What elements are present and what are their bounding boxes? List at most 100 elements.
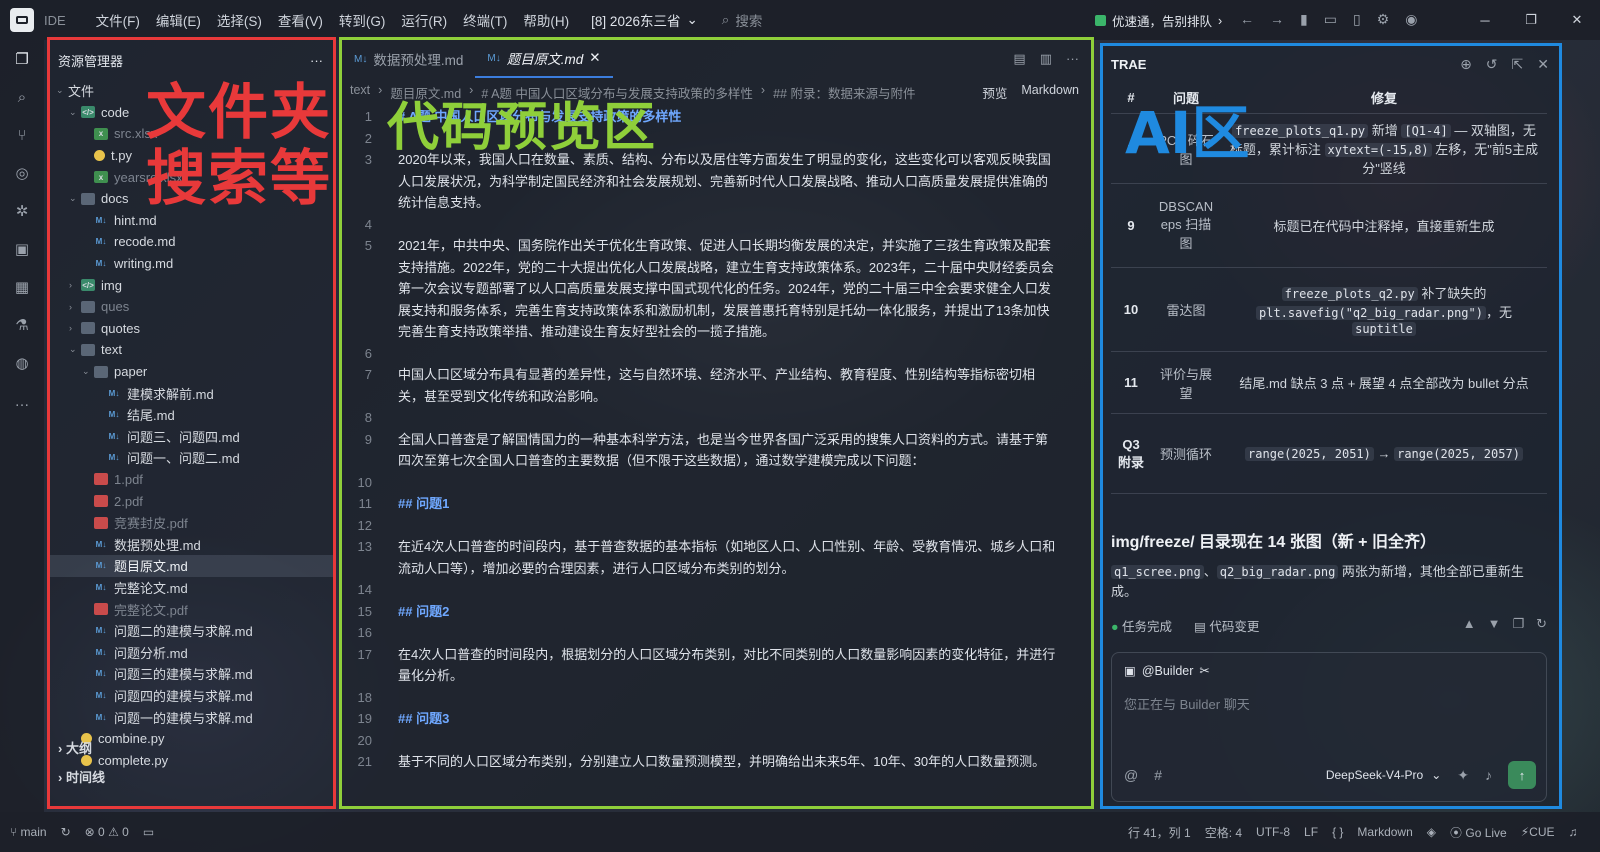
tree-item[interactable]: M↓ writing.md <box>50 253 333 275</box>
language-label[interactable]: Markdown <box>1021 83 1079 102</box>
sync-icon[interactable]: ↻ <box>61 825 71 839</box>
mention-icon[interactable]: @ <box>1124 767 1138 783</box>
code-changes-link[interactable]: ▤ 代码变更 <box>1194 616 1259 635</box>
tree-item[interactable]: 2.pdf <box>50 490 333 512</box>
tree-item[interactable]: M↓ 问题二的建模与求解.md <box>50 620 333 642</box>
chat-input[interactable] <box>1124 697 1524 712</box>
globe-icon[interactable]: ◍ <box>11 352 33 374</box>
more-actions-icon[interactable]: ··· <box>310 53 323 68</box>
notifications-bell-icon[interactable]: ♫ <box>1569 825 1578 839</box>
menu-item[interactable]: 编辑(E) <box>148 10 209 30</box>
tree-item[interactable]: › ques <box>50 296 333 318</box>
popout-icon[interactable]: ⇱ <box>1512 56 1524 73</box>
extensions-icon[interactable]: ▦ <box>11 276 33 298</box>
more-actions-icon[interactable]: ··· <box>1066 51 1079 67</box>
workspace-selector[interactable]: [8] 2026东三省 ⌄ <box>591 10 698 30</box>
encoding[interactable]: UTF-8 <box>1256 825 1290 839</box>
preview-button[interactable]: 预览 <box>982 83 1007 102</box>
thumbs-up-icon[interactable]: ▲ <box>1463 616 1476 632</box>
remote-explorer-icon[interactable]: ▣ <box>11 238 33 260</box>
tree-item[interactable]: 1.pdf <box>50 469 333 491</box>
tree-item[interactable]: M↓ 题目原文.md <box>50 555 333 577</box>
testing-flask-icon[interactable]: ⚗ <box>11 314 33 336</box>
tree-item[interactable]: M↓ 完整论文.md <box>50 577 333 599</box>
tree-item[interactable]: M↓ 问题三、问题四.md <box>50 426 333 448</box>
brackets-indicator[interactable]: { } <box>1332 825 1343 839</box>
history-icon[interactable]: ↺ <box>1486 56 1498 73</box>
menu-item[interactable]: 终端(T) <box>455 10 515 30</box>
tab-active[interactable]: M↓ 题目原文.md ✕ <box>475 40 613 78</box>
code-content[interactable]: 1 # A题 中国人口区域分布与发展支持政策的多样性 2 3 2020年以来，我国人口在… <box>342 106 1091 773</box>
indent-setting[interactable]: 空格: 4 <box>1205 824 1242 841</box>
promo-banner[interactable]: 优速通，告别排队 › <box>1095 11 1222 30</box>
menu-item[interactable]: 帮助(H) <box>515 10 577 30</box>
forward-arrow-icon[interactable]: → <box>1270 11 1284 28</box>
language-mode[interactable]: Markdown <box>1357 825 1412 839</box>
debug-bug-icon[interactable]: ✲ <box>11 200 33 222</box>
outline-section[interactable]: › 大纲 <box>58 738 105 757</box>
tree-item[interactable]: M↓ 问题一、问题二.md <box>50 447 333 469</box>
microphone-icon[interactable]: ♪ <box>1485 767 1492 783</box>
terminal-icon[interactable]: ▭ <box>143 825 154 839</box>
sparkle-icon[interactable]: ✦ <box>1457 767 1469 784</box>
tree-item[interactable]: M↓ 建模求解前.md <box>50 382 333 404</box>
split-editor-icon[interactable]: ▥ <box>1040 51 1052 67</box>
new-chat-icon[interactable]: ⊕ <box>1460 56 1472 73</box>
eye-icon[interactable]: ◎ <box>11 162 33 184</box>
tree-item[interactable]: ⌄ text <box>50 339 333 361</box>
retry-icon[interactable]: ↻ <box>1536 616 1547 632</box>
menu-item[interactable]: 查看(V) <box>270 10 331 30</box>
tree-item[interactable]: M↓ recode.md <box>50 231 333 253</box>
problems-item[interactable]: ⊗ 0 ⚠ 0 <box>85 825 129 839</box>
tree-item[interactable]: M↓ 问题四的建模与求解.md <box>50 685 333 707</box>
menu-item[interactable]: 运行(R) <box>393 10 455 30</box>
tree-item[interactable]: ⌄ paper <box>50 361 333 383</box>
timeline-section[interactable]: › 时间线 <box>58 767 105 786</box>
account-icon[interactable]: ◉ <box>1405 11 1417 28</box>
close-icon[interactable]: ✕ <box>589 50 600 66</box>
menu-item[interactable]: 选择(S) <box>209 10 270 30</box>
toggle-sidebar-icon[interactable]: ▮ <box>1300 11 1308 28</box>
tree-item[interactable]: M↓ 问题分析.md <box>50 641 333 663</box>
tree-item[interactable]: M↓ 结尾.md <box>50 404 333 426</box>
tree-item[interactable]: › quotes <box>50 318 333 340</box>
explorer-files-icon[interactable]: ❐ <box>11 48 33 70</box>
cue-button[interactable]: ⚡CUE <box>1521 825 1555 839</box>
search-box[interactable]: ⌕ 搜索 <box>722 10 763 30</box>
thumbs-down-icon[interactable]: ▼ <box>1488 616 1501 632</box>
source-control-icon[interactable]: ⑂ <box>11 124 33 146</box>
back-arrow-icon[interactable]: ← <box>1240 11 1254 28</box>
tree-item[interactable]: M↓ 问题一的建模与求解.md <box>50 706 333 728</box>
minimize-icon[interactable]: ─ <box>1462 0 1508 40</box>
ai-panel: TRAE ⊕ ↺ ⇱ ✕ # 问题 修复 8 PCA 碎石图 freeze_plots_… <box>1100 43 1562 809</box>
hash-icon[interactable]: # <box>1154 767 1162 783</box>
close-icon[interactable]: ✕ <box>1554 0 1600 40</box>
tree-item[interactable]: M↓ 问题三的建模与求解.md <box>50 663 333 685</box>
cursor-position[interactable]: 行 41，列 1 <box>1128 824 1191 841</box>
close-icon[interactable]: ✕ <box>1537 56 1549 73</box>
send-button[interactable]: ↑ <box>1508 761 1536 789</box>
model-selector[interactable]: DeepSeek-V4-Pro ⌄ <box>1326 768 1441 782</box>
more-icon[interactable]: … <box>11 390 33 412</box>
copy-icon[interactable]: ❐ <box>1512 616 1524 632</box>
toggle-panel-icon[interactable]: ▭ <box>1324 11 1337 28</box>
tree-item[interactable]: 完整论文.pdf <box>50 598 333 620</box>
search-icon[interactable]: ⌕ <box>11 86 33 108</box>
tree-item[interactable]: 竞赛封皮.pdf <box>50 512 333 534</box>
maximize-icon[interactable]: ❐ <box>1508 0 1554 40</box>
settings-gear-icon[interactable]: ⚙ <box>1377 11 1390 28</box>
menu-item[interactable]: 文件(F) <box>88 10 148 30</box>
open-preview-icon[interactable]: ▤ <box>1013 51 1025 67</box>
tree-item[interactable]: M↓ 数据预处理.md <box>50 533 333 555</box>
eol[interactable]: LF <box>1304 825 1318 839</box>
breadcrumb-item[interactable]: text <box>350 83 370 102</box>
tree-item[interactable]: › </> img <box>50 274 333 296</box>
agent-selector[interactable]: ▣ @Builder ✂ <box>1124 663 1210 679</box>
go-live-button[interactable]: ⦿ Go Live <box>1450 824 1507 841</box>
branch-item[interactable]: ⑂ main <box>10 825 47 839</box>
copilot-icon[interactable]: ◈ <box>1427 825 1436 839</box>
breadcrumb-item[interactable]: ## 附录：数据来源与附件 <box>773 83 915 102</box>
toggle-aux-bar-icon[interactable]: ▯ <box>1353 11 1361 28</box>
menu-item[interactable]: 转到(G) <box>331 10 394 30</box>
tab-inactive[interactable]: M↓ 数据预处理.md <box>342 40 475 78</box>
